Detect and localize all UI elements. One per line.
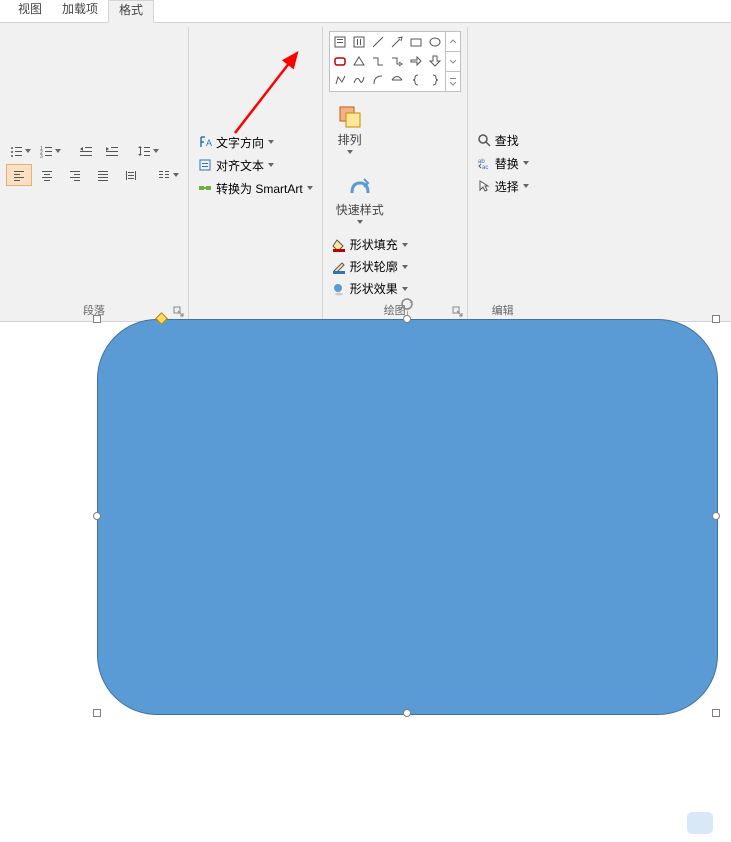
replace-label: 替换 bbox=[495, 155, 519, 172]
find-button[interactable]: 查找 bbox=[474, 130, 522, 151]
convert-smartart-label: 转换为 SmartArt bbox=[216, 180, 303, 197]
columns-dropdown[interactable] bbox=[154, 164, 182, 186]
shape-down-arrow[interactable] bbox=[426, 52, 444, 70]
shape-oval[interactable] bbox=[426, 33, 444, 51]
align-justify-button[interactable] bbox=[90, 164, 116, 186]
svg-text:3: 3 bbox=[40, 154, 43, 158]
shape-arc[interactable] bbox=[369, 71, 387, 89]
smartart-icon bbox=[198, 181, 212, 195]
text-direction-label: 文字方向 bbox=[216, 134, 264, 151]
arrange-dropdown[interactable]: 排列 bbox=[329, 94, 371, 162]
rotation-handle[interactable] bbox=[400, 297, 414, 311]
text-direction-dropdown[interactable]: A 文字方向 bbox=[195, 132, 277, 153]
selected-shape[interactable] bbox=[97, 319, 716, 713]
shape-rounded-rectangle[interactable] bbox=[331, 52, 349, 70]
shape-textbox[interactable] bbox=[331, 33, 349, 51]
align-text-icon bbox=[198, 158, 212, 172]
shape-freeform[interactable] bbox=[331, 71, 349, 89]
shape-triangle[interactable] bbox=[350, 52, 368, 70]
decrease-indent-button[interactable] bbox=[74, 140, 98, 162]
shape-left-brace[interactable] bbox=[407, 71, 425, 89]
shapes-scroll-down[interactable] bbox=[446, 52, 460, 72]
resize-handle-sw[interactable] bbox=[93, 709, 101, 717]
text-direction-icon: A bbox=[198, 135, 212, 149]
align-text-dropdown[interactable]: 对齐文本 bbox=[195, 155, 277, 176]
shape-elbow-connector[interactable] bbox=[369, 52, 387, 70]
bullets-dropdown[interactable] bbox=[6, 140, 34, 162]
chat-bubble-icon bbox=[687, 812, 713, 834]
line-spacing-dropdown[interactable] bbox=[134, 140, 162, 162]
tab-addins[interactable]: 加载项 bbox=[52, 0, 108, 22]
shapes-scroll-up[interactable] bbox=[446, 32, 460, 52]
resize-handle-e[interactable] bbox=[712, 512, 720, 520]
ribbon-tabs: 视图 加载项 格式 bbox=[0, 0, 731, 23]
find-label: 查找 bbox=[495, 132, 519, 149]
select-dropdown[interactable]: 选择 bbox=[474, 176, 532, 197]
increase-indent-button[interactable] bbox=[100, 140, 124, 162]
svg-text:A: A bbox=[206, 138, 212, 148]
tab-format[interactable]: 格式 bbox=[108, 0, 154, 23]
resize-handle-se[interactable] bbox=[712, 709, 720, 717]
resize-handle-s[interactable] bbox=[403, 709, 411, 717]
select-icon bbox=[477, 179, 491, 193]
slide-canvas[interactable] bbox=[0, 207, 731, 842]
select-label: 选择 bbox=[495, 178, 519, 195]
shape-arrow-line[interactable] bbox=[388, 33, 406, 51]
shape-rectangle[interactable] bbox=[407, 33, 425, 51]
replace-dropdown[interactable]: abac 替换 bbox=[474, 153, 532, 174]
arrange-icon bbox=[336, 103, 364, 131]
replace-icon: abac bbox=[477, 156, 491, 170]
arrange-label: 排列 bbox=[338, 131, 362, 148]
shape-right-arrow[interactable] bbox=[407, 52, 425, 70]
shape-right-brace[interactable] bbox=[426, 71, 444, 89]
resize-handle-nw[interactable] bbox=[93, 315, 101, 323]
align-text-label: 对齐文本 bbox=[216, 157, 264, 174]
shapes-gallery[interactable] bbox=[329, 31, 461, 92]
shapes-gallery-expand[interactable] bbox=[446, 72, 460, 91]
svg-text:ac: ac bbox=[482, 165, 488, 170]
find-icon bbox=[477, 133, 491, 147]
shape-chord[interactable] bbox=[388, 71, 406, 89]
resize-handle-n[interactable] bbox=[403, 315, 411, 323]
convert-smartart-dropdown[interactable]: 转换为 SmartArt bbox=[195, 178, 316, 199]
shape-curve[interactable] bbox=[350, 71, 368, 89]
quick-styles-icon bbox=[346, 173, 374, 201]
align-left-button[interactable] bbox=[6, 164, 32, 186]
shape-vertical-textbox[interactable] bbox=[350, 33, 368, 51]
shape-elbow-arrow[interactable] bbox=[388, 52, 406, 70]
shape-line[interactable] bbox=[369, 33, 387, 51]
resize-handle-w[interactable] bbox=[93, 512, 101, 520]
align-distributed-button[interactable] bbox=[118, 164, 144, 186]
tab-view[interactable]: 视图 bbox=[8, 0, 52, 22]
resize-handle-ne[interactable] bbox=[712, 315, 720, 323]
numbering-dropdown[interactable]: 123 bbox=[36, 140, 64, 162]
align-center-button[interactable] bbox=[34, 164, 60, 186]
align-right-button[interactable] bbox=[62, 164, 88, 186]
rounded-rectangle-shape[interactable] bbox=[97, 319, 718, 715]
